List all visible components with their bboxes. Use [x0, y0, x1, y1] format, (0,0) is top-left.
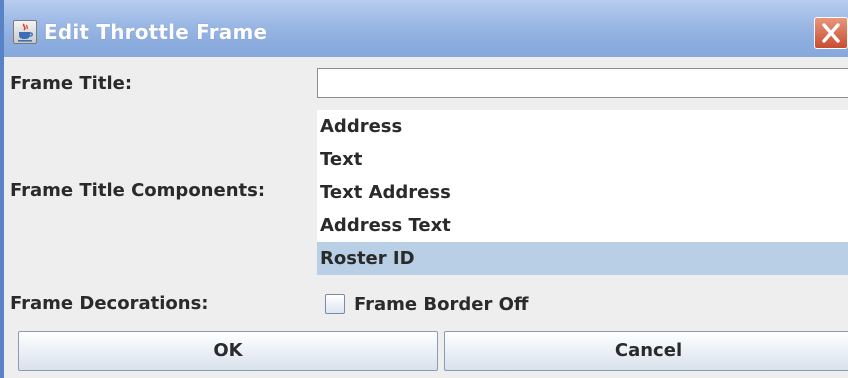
list-item-address-text[interactable]: Address Text	[317, 209, 848, 242]
frame-title-components-list[interactable]: Address Text Text Address Address Text R…	[317, 110, 848, 275]
close-icon	[822, 23, 840, 43]
dialog-title: Edit Throttle Frame	[44, 20, 268, 44]
close-button[interactable]	[814, 17, 848, 49]
frame-title-components-label: Frame Title Components:	[10, 180, 266, 201]
frame-border-off-label[interactable]: Frame Border Off	[354, 294, 528, 315]
frame-border-off-option[interactable]: Frame Border Off	[325, 289, 528, 319]
list-item-text[interactable]: Text	[317, 143, 848, 176]
java-cup-icon[interactable]	[13, 20, 37, 44]
list-item-roster-id[interactable]: Roster ID	[317, 242, 848, 275]
list-item-address[interactable]: Address	[317, 110, 848, 143]
edit-throttle-frame-dialog: Edit Throttle Frame Frame Title: Frame T…	[0, 0, 848, 378]
ok-button[interactable]: OK	[18, 331, 438, 371]
title-bar[interactable]: Edit Throttle Frame	[4, 0, 848, 57]
cancel-button[interactable]: Cancel	[444, 331, 848, 371]
frame-title-label: Frame Title:	[10, 73, 133, 94]
frame-decorations-label: Frame Decorations:	[10, 293, 209, 314]
frame-border-off-checkbox[interactable]	[325, 294, 345, 314]
frame-title-input[interactable]	[317, 68, 848, 98]
list-item-text-address[interactable]: Text Address	[317, 176, 848, 209]
